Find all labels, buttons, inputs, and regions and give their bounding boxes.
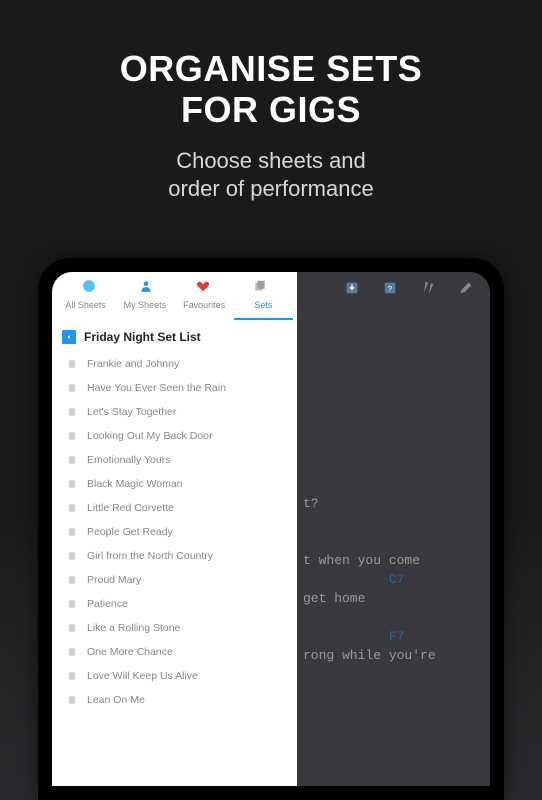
lyrics-line: rong while you're <box>297 646 490 665</box>
chord-label: F7 <box>389 629 405 644</box>
chord-line: F7 <box>297 627 490 646</box>
sheet-icon <box>66 479 77 490</box>
sheet-icon <box>66 551 77 562</box>
tab-icons-row <box>52 272 297 298</box>
list-item[interactable]: Have You Ever Seen the Rain <box>52 376 297 400</box>
sheet-icon <box>66 359 77 370</box>
sheet-icon <box>66 383 77 394</box>
lyrics-line <box>297 513 490 532</box>
list-item[interactable]: Love Will Keep Us Alive <box>52 664 297 688</box>
edit-icon[interactable] <box>458 280 474 296</box>
chord-line: C7 <box>297 570 490 589</box>
song-title: Patience <box>87 598 128 610</box>
tab-label-sets[interactable]: Sets <box>234 298 293 320</box>
song-title: Girl from the North Country <box>87 550 213 562</box>
song-title: Frankie and Johnny <box>87 358 179 370</box>
promo-title: ORGANISE SETS FOR GIGS <box>0 0 542 131</box>
sheet-icon <box>66 671 77 682</box>
promo-subtitle: Choose sheets and order of performance <box>0 131 542 204</box>
tab-label-all-sheets[interactable]: All Sheets <box>56 298 115 320</box>
song-title: Proud Mary <box>87 574 141 586</box>
download-icon[interactable] <box>344 280 360 296</box>
set-header[interactable]: Friday Night Set List <box>52 320 297 352</box>
globe-icon <box>82 279 96 298</box>
phone-screen: All Sheets My Sheets Favourites Sets Fri… <box>52 272 490 786</box>
sheet-icon <box>66 599 77 610</box>
sheet-icon <box>66 407 77 418</box>
tab-labels-row: All Sheets My Sheets Favourites Sets <box>52 298 297 320</box>
list-item[interactable]: People Get Ready <box>52 520 297 544</box>
lyrics-block: t? t when you come C7 get home F7 rong w… <box>297 494 490 665</box>
list-item[interactable]: Black Magic Woman <box>52 472 297 496</box>
sheet-icon <box>66 575 77 586</box>
svg-text:?: ? <box>388 285 393 294</box>
info-icon[interactable]: ? <box>382 280 398 296</box>
tools-icon[interactable] <box>420 280 436 296</box>
lyrics-line <box>297 608 490 627</box>
list-item[interactable]: Lean On Me <box>52 688 297 712</box>
tab-label-my-sheets[interactable]: My Sheets <box>115 298 174 320</box>
list-item[interactable]: Little Red Corvette <box>52 496 297 520</box>
list-item[interactable]: Let's Stay Together <box>52 400 297 424</box>
lyrics-line: get home <box>297 589 490 608</box>
phone-frame: All Sheets My Sheets Favourites Sets Fri… <box>38 258 504 800</box>
song-title: Let's Stay Together <box>87 406 176 418</box>
tab-all-sheets[interactable] <box>60 278 117 298</box>
list-item[interactable]: Patience <box>52 592 297 616</box>
list-item[interactable]: Frankie and Johnny <box>52 352 297 376</box>
promo-subtitle-line1: Choose sheets and <box>0 147 542 176</box>
set-folder-icon <box>62 330 76 344</box>
sheet-icon <box>66 695 77 706</box>
set-title: Friday Night Set List <box>84 330 201 344</box>
list-item[interactable]: Looking Out My Back Door <box>52 424 297 448</box>
tab-label-favourites[interactable]: Favourites <box>175 298 234 320</box>
list-item[interactable]: Like a Rolling Stone <box>52 616 297 640</box>
song-title: Emotionally Yours <box>87 454 170 466</box>
sheet-icon <box>66 647 77 658</box>
sheet-toolbar: ? <box>297 280 490 304</box>
list-item[interactable]: Emotionally Yours <box>52 448 297 472</box>
lyrics-line: t? <box>297 494 490 513</box>
promo-title-line2: FOR GIGS <box>0 89 542 130</box>
song-title: Lean On Me <box>87 694 145 706</box>
song-title: Black Magic Woman <box>87 478 183 490</box>
list-item[interactable]: Proud Mary <box>52 568 297 592</box>
tab-favourites[interactable] <box>175 278 232 298</box>
song-title: Little Red Corvette <box>87 502 174 514</box>
sidebar: All Sheets My Sheets Favourites Sets Fri… <box>52 272 297 786</box>
lyrics-line: t when you come <box>297 551 490 570</box>
sheet-icon <box>66 455 77 466</box>
song-title: Like a Rolling Stone <box>87 622 180 634</box>
promo-title-line1: ORGANISE SETS <box>0 48 542 89</box>
tab-my-sheets[interactable] <box>117 278 174 298</box>
user-icon <box>139 279 153 298</box>
song-title: Have You Ever Seen the Rain <box>87 382 226 394</box>
song-title: One More Chance <box>87 646 173 658</box>
sheet-preview-pane: ? t? t when you come C7 get home <box>297 272 490 786</box>
sheet-icon <box>66 527 77 538</box>
song-title: People Get Ready <box>87 526 173 538</box>
lyrics-line <box>297 532 490 551</box>
song-list: Frankie and Johnny Have You Ever Seen th… <box>52 352 297 712</box>
chord-label: C7 <box>389 572 405 587</box>
heart-icon <box>196 279 210 298</box>
song-title: Looking Out My Back Door <box>87 430 212 442</box>
tab-sets[interactable] <box>232 278 289 298</box>
promo-subtitle-line2: order of performance <box>0 175 542 204</box>
list-item[interactable]: Girl from the North Country <box>52 544 297 568</box>
sheet-icon <box>66 623 77 634</box>
sheet-icon <box>66 431 77 442</box>
song-title: Love Will Keep Us Alive <box>87 670 198 682</box>
list-item[interactable]: One More Chance <box>52 640 297 664</box>
sets-icon <box>253 279 267 298</box>
sheet-icon <box>66 503 77 514</box>
